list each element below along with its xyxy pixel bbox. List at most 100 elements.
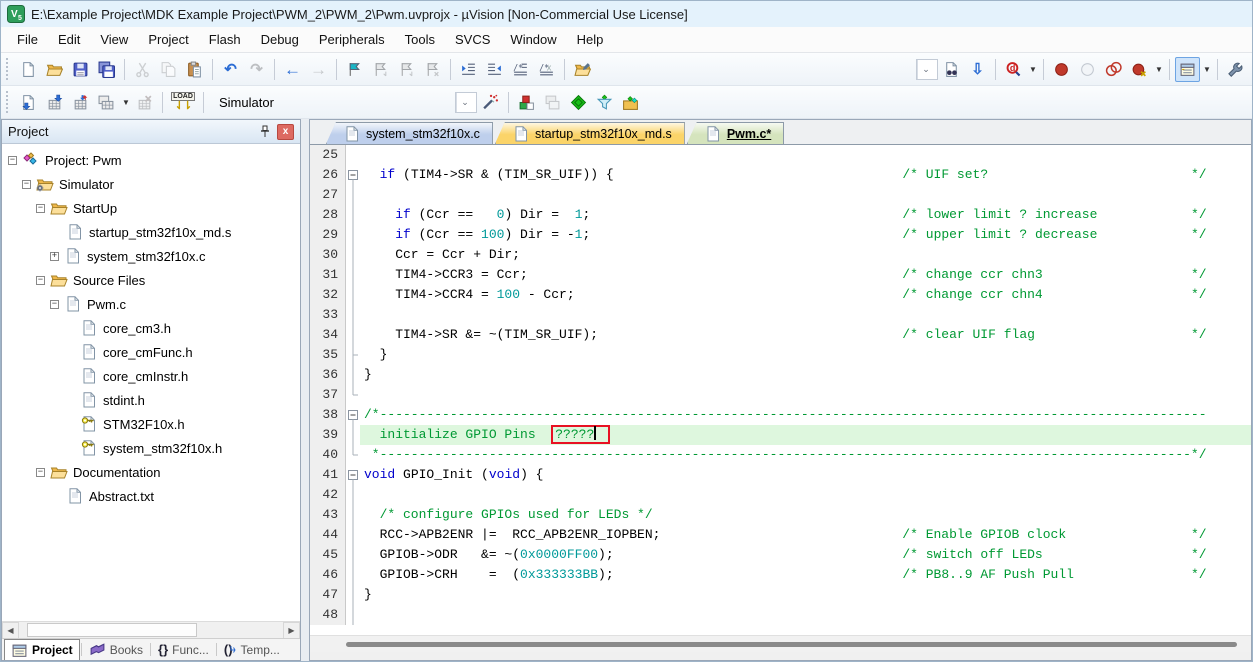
tree-collapse-icon[interactable]: − — [36, 204, 45, 213]
save-button[interactable] — [68, 57, 93, 82]
menu-flash[interactable]: Flash — [199, 29, 251, 50]
file-extensions-button[interactable] — [540, 90, 565, 115]
insert-bookmark-button[interactable] — [342, 57, 367, 82]
tree-item-documentation[interactable]: −Documentation — [2, 460, 300, 484]
stop-build-button[interactable] — [132, 90, 157, 115]
project-horizontal-scrollbar[interactable]: ◀ ▶ — [2, 621, 300, 638]
find-in-files-button[interactable] — [570, 57, 595, 82]
search-document-button[interactable] — [939, 57, 964, 82]
navigate-forward-button[interactable]: → — [306, 57, 331, 82]
tree-item-system-stm32f10x-h[interactable]: system_stm32f10x.h — [2, 436, 300, 460]
menu-window[interactable]: Window — [500, 29, 566, 50]
pack-installer-button[interactable] — [618, 90, 643, 115]
fold-collapse-icon[interactable] — [346, 465, 360, 485]
batch-build-button[interactable] — [94, 90, 119, 115]
menu-help[interactable]: Help — [567, 29, 614, 50]
build-button[interactable] — [42, 90, 67, 115]
tree-item-startup[interactable]: −StartUp — [2, 196, 300, 220]
close-icon[interactable]: x — [277, 124, 294, 140]
editor-tab-startup-stm32f10x-md-s[interactable]: startup_stm32f10x_md.s — [495, 122, 685, 144]
menu-svcs[interactable]: SVCS — [445, 29, 500, 50]
menu-tools[interactable]: Tools — [395, 29, 445, 50]
save-all-button[interactable] — [94, 57, 119, 82]
copy-button[interactable] — [156, 57, 181, 82]
translate-file-button[interactable] — [16, 90, 41, 115]
manage-rte-button[interactable] — [566, 90, 591, 115]
indent-button[interactable] — [456, 57, 481, 82]
toolbar-grip[interactable] — [6, 58, 11, 80]
code-editor[interactable]: 2526 if (TIM4->SR & (TIM_SR_UIF)) { /* U… — [310, 145, 1251, 635]
new-file-button[interactable] — [16, 57, 41, 82]
cut-button[interactable] — [130, 57, 155, 82]
enable-disable-breakpoint-button[interactable] — [1075, 57, 1100, 82]
select-software-packs-button[interactable] — [592, 90, 617, 115]
tree-collapse-icon[interactable]: − — [22, 180, 31, 189]
menu-project[interactable]: Project — [138, 29, 198, 50]
menu-edit[interactable]: Edit — [48, 29, 90, 50]
paste-button[interactable] — [182, 57, 207, 82]
dropdown-caret-icon[interactable]: ▼ — [1202, 65, 1212, 74]
next-bookmark-button[interactable] — [394, 57, 419, 82]
scroll-right-icon[interactable]: ▶ — [283, 622, 300, 639]
tree-collapse-icon[interactable]: − — [36, 468, 45, 477]
editor-tab-system-stm32f10x-c[interactable]: system_stm32f10x.c — [326, 122, 493, 144]
tree-item-core-cmfunc-h[interactable]: core_cmFunc.h — [2, 340, 300, 364]
comment-selection-button[interactable]: /* — [508, 57, 533, 82]
menu-file[interactable]: File — [7, 29, 48, 50]
open-file-button[interactable] — [42, 57, 67, 82]
find-next-button[interactable]: ⇩ — [965, 57, 990, 82]
tree-item-stm32f10x-h[interactable]: STM32F10x.h — [2, 412, 300, 436]
kill-all-breakpoints-button[interactable] — [1127, 57, 1152, 82]
undo-button[interactable]: ↶ — [218, 57, 243, 82]
tree-item-abstract-txt[interactable]: Abstract.txt — [2, 484, 300, 508]
scroll-left-icon[interactable]: ◀ — [2, 622, 19, 639]
tree-expand-icon[interactable]: + — [50, 252, 59, 261]
redo-button[interactable]: ↷ — [244, 57, 269, 82]
insert-breakpoint-button[interactable] — [1049, 57, 1074, 82]
tree-collapse-icon[interactable]: − — [8, 156, 17, 165]
dropdown-caret-icon[interactable]: ▼ — [121, 98, 131, 107]
tree-collapse-icon[interactable]: − — [36, 276, 45, 285]
tree-item-system-stm32f10x-c[interactable]: +system_stm32f10x.c — [2, 244, 300, 268]
menu-debug[interactable]: Debug — [251, 29, 309, 50]
dropdown-caret-icon[interactable]: ▼ — [1028, 65, 1038, 74]
editor-tab-pwm-c-[interactable]: Pwm.c* — [687, 122, 784, 144]
tree-item-startup-stm32f10x-md-s[interactable]: startup_stm32f10x_md.s — [2, 220, 300, 244]
previous-bookmark-button[interactable] — [368, 57, 393, 82]
tree-collapse-icon[interactable]: − — [50, 300, 59, 309]
scroll-track[interactable] — [19, 622, 283, 638]
panel-tab-books[interactable]: Books — [83, 639, 149, 660]
uncomment-selection-button[interactable]: /*x — [534, 57, 559, 82]
download-button[interactable]: LOAD⇃⇂ — [168, 89, 198, 116]
quick-find-button[interactable]: d — [1001, 57, 1026, 82]
rebuild-all-button[interactable] — [68, 90, 93, 115]
panel-splitter[interactable] — [301, 119, 309, 661]
toolbar-grip[interactable] — [6, 91, 11, 113]
target-select-value[interactable]: Simulator — [209, 95, 454, 110]
disable-all-breakpoints-button[interactable] — [1101, 57, 1126, 82]
scroll-thumb[interactable] — [27, 623, 197, 637]
tree-item-core-cm3-h[interactable]: core_cm3.h — [2, 316, 300, 340]
tree-item-source-files[interactable]: −Source Files — [2, 268, 300, 292]
tree-item-pwm-c[interactable]: −Pwm.c — [2, 292, 300, 316]
manage-project-items-button[interactable] — [514, 90, 539, 115]
fold-collapse-icon[interactable] — [346, 165, 360, 185]
editor-horizontal-scrollbar[interactable] — [310, 635, 1251, 652]
pin-icon[interactable] — [256, 124, 273, 140]
find-combo[interactable]: ⌄ — [916, 59, 938, 80]
tree-item-project-pwm[interactable]: −Project: Pwm — [2, 148, 300, 172]
navigate-back-button[interactable]: ← — [280, 57, 305, 82]
dropdown-caret-icon[interactable]: ▼ — [1154, 65, 1164, 74]
tree-item-simulator[interactable]: −Simulator — [2, 172, 300, 196]
menu-view[interactable]: View — [90, 29, 138, 50]
fold-collapse-icon[interactable] — [346, 405, 360, 425]
tree-item-core-cminstr-h[interactable]: core_cmInstr.h — [2, 364, 300, 388]
panel-tab-temp[interactable]: ()Temp... — [218, 639, 286, 660]
clear-bookmarks-button[interactable] — [420, 57, 445, 82]
outdent-button[interactable] — [482, 57, 507, 82]
editor-scroll-thumb[interactable] — [346, 642, 1237, 647]
target-combo[interactable]: ⌄ — [455, 92, 477, 113]
panel-tab-project[interactable]: Project — [4, 639, 80, 660]
configuration-button[interactable] — [1223, 57, 1248, 82]
menu-peripherals[interactable]: Peripherals — [309, 29, 395, 50]
